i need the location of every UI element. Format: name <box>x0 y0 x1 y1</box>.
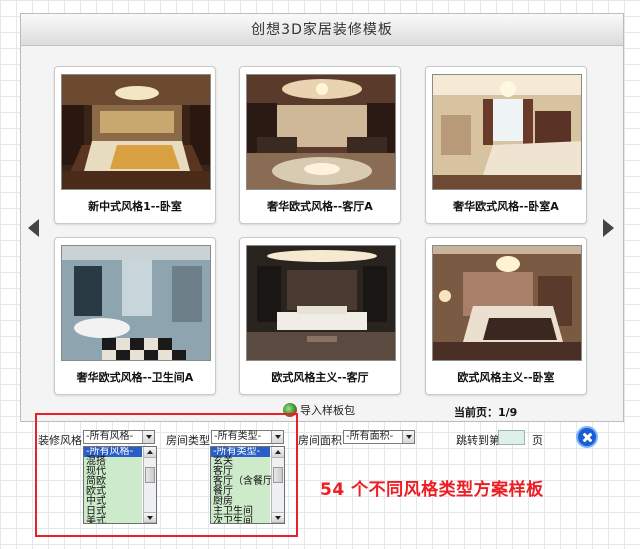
template-caption: 新中式风格1--卧室 <box>88 200 182 213</box>
template-card-6[interactable]: 欧式风格主义--卧室 <box>425 237 587 395</box>
template-thumbnail <box>246 245 396 361</box>
template-card-3[interactable]: 奢华欧式风格--卧室A <box>425 66 587 224</box>
template-window: 创想3D家居装修模板 新中式风格1--卧室 奢华欧式风格--客厅A 奢华欧式风格… <box>20 13 624 422</box>
promo-text: 54 个不同风格类型方案样板 <box>320 480 544 500</box>
template-thumbnail <box>432 245 582 361</box>
highlight-box <box>35 413 298 537</box>
template-caption: 奢华欧式风格--卧室A <box>453 200 559 213</box>
page-indicator-value: 1/9 <box>498 406 518 419</box>
import-label: 导入样板包 <box>300 404 355 417</box>
page-unit-label: 页 <box>532 434 543 447</box>
template-card-4[interactable]: 奢华欧式风格--卫生间A <box>54 237 216 395</box>
template-thumbnail <box>246 74 396 190</box>
template-thumbnail <box>432 74 582 190</box>
template-caption: 欧式风格主义--客厅 <box>271 371 369 384</box>
area-filter-label: 房间面积 <box>298 434 342 447</box>
next-page-arrow-icon[interactable] <box>603 219 614 237</box>
template-thumbnail <box>61 74 211 190</box>
prev-page-arrow-icon[interactable] <box>28 219 39 237</box>
chevron-down-icon <box>402 431 414 443</box>
close-icon[interactable] <box>576 426 598 448</box>
jump-label: 跳转到第 <box>456 434 500 447</box>
template-card-5[interactable]: 欧式风格主义--客厅 <box>239 237 401 395</box>
window-title: 创想3D家居装修模板 <box>21 14 623 46</box>
page-indicator-label: 当前页： <box>454 406 498 419</box>
page-indicator: 当前页：1/9 <box>454 404 517 420</box>
template-caption: 奢华欧式风格--卫生间A <box>76 371 194 384</box>
template-card-1[interactable]: 新中式风格1--卧室 <box>54 66 216 224</box>
jump-page-input[interactable] <box>498 430 525 445</box>
template-caption: 奢华欧式风格--客厅A <box>267 200 373 213</box>
template-caption: 欧式风格主义--卧室 <box>457 371 555 384</box>
area-select-value: -所有面积- <box>346 431 394 442</box>
area-select[interactable]: -所有面积- <box>343 430 415 444</box>
template-thumbnail <box>61 245 211 361</box>
template-card-2[interactable]: 奢华欧式风格--客厅A <box>239 66 401 224</box>
